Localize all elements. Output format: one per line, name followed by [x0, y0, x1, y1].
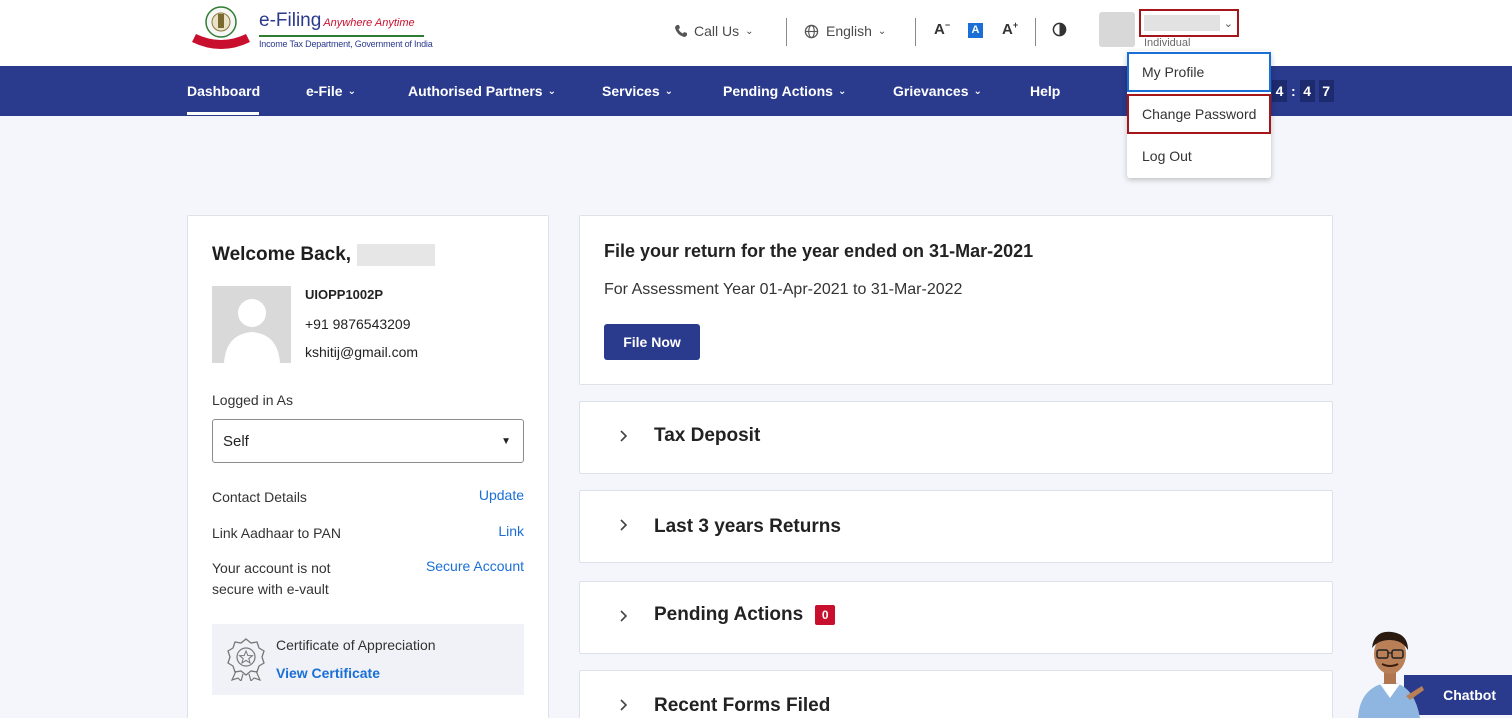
link-aadhaar-label: Link Aadhaar to PAN: [212, 525, 341, 541]
user-dropdown-menu: My Profile Change Password Log Out: [1127, 51, 1271, 178]
nav-authorised-partners[interactable]: Authorised Partners ⌄: [408, 83, 556, 99]
phone-icon: [675, 25, 687, 37]
nav-grievances[interactable]: Grievances ⌄: [893, 83, 982, 99]
update-contact-link[interactable]: Update: [479, 487, 524, 503]
chevron-right-icon: [620, 519, 628, 531]
logged-in-as-label: Logged in As: [212, 392, 293, 408]
link-aadhaar-link[interactable]: Link: [498, 523, 524, 539]
nav-pending-actions[interactable]: Pending Actions ⌄: [723, 83, 846, 99]
timer-digit: 4: [1272, 80, 1287, 102]
user-name-redacted: [1144, 15, 1220, 31]
welcome-heading: Welcome Back,: [212, 244, 436, 266]
accordion-title: Recent Forms Filed: [654, 695, 831, 716]
chevron-down-icon: ⌄: [664, 85, 673, 97]
brand-underline: [259, 35, 424, 37]
menu-log-out[interactable]: Log Out: [1127, 136, 1271, 176]
accordion-recent-forms-filed[interactable]: Recent Forms Filed: [579, 670, 1333, 718]
pan-number: UIOPP1002P: [305, 287, 384, 302]
nav-active-indicator: [187, 112, 259, 115]
chatbot-avatar-icon: [1358, 631, 1424, 718]
profile-card: Welcome Back, UIOPP1002P +91 9876543209 …: [187, 215, 549, 718]
certificate-title: Certificate of Appreciation: [276, 637, 436, 653]
language-selector[interactable]: English ⌄: [804, 20, 886, 42]
accordion-title: Tax Deposit: [654, 425, 761, 446]
profile-photo: [212, 286, 291, 363]
logged-in-as-select[interactable]: Self ▼: [212, 419, 524, 463]
nav-dashboard[interactable]: Dashboard: [187, 83, 260, 99]
chevron-down-icon: ⌄: [973, 85, 982, 97]
accordion-title: Pending Actions 0: [654, 604, 836, 626]
header-divider: [915, 18, 916, 46]
header-divider: [786, 18, 787, 46]
account-secure-label: Your account is not secure with e-vault: [212, 560, 331, 597]
nav-efile[interactable]: e-File ⌄: [306, 83, 356, 99]
secure-account-link[interactable]: Secure Account: [426, 558, 524, 574]
chevron-down-icon: ⌄: [877, 25, 887, 37]
chevron-right-icon: [620, 430, 628, 442]
nav-services[interactable]: Services ⌄: [602, 83, 673, 99]
caret-down-icon: ▼: [501, 435, 511, 447]
view-certificate-link[interactable]: View Certificate: [276, 665, 380, 681]
accordion-tax-deposit[interactable]: Tax Deposit: [579, 401, 1333, 474]
call-us-label: Call Us: [694, 23, 740, 39]
language-label: English: [826, 23, 872, 39]
user-silhouette-icon: [224, 299, 280, 363]
session-timer: 4 : 4 7: [1272, 80, 1334, 102]
brand-subtitle: Income Tax Department, Government of Ind…: [259, 39, 433, 49]
chatbot-widget[interactable]: Chatbot: [1350, 626, 1512, 718]
pending-count-badge: 0: [815, 605, 836, 625]
file-return-title: File your return for the year ended on 3…: [604, 241, 1034, 261]
brand-tagline: Anywhere Anytime: [323, 17, 415, 29]
file-return-card: File your return for the year ended on 3…: [579, 215, 1333, 385]
phone-number: +91 9876543209: [305, 316, 411, 332]
accordion-pending-actions[interactable]: Pending Actions 0: [579, 581, 1333, 654]
accordion-last-3-years-returns[interactable]: Last 3 years Returns: [579, 490, 1333, 563]
chevron-down-icon: ⌄: [347, 85, 356, 97]
chevron-right-icon: [620, 699, 628, 711]
top-header: e-Filing Anywhere Anytime Income Tax Depa…: [0, 0, 1512, 66]
menu-change-password[interactable]: Change Password: [1127, 94, 1271, 134]
logged-in-as-value: Self: [223, 432, 249, 450]
certificate-box: Certificate of Appreciation View Certifi…: [212, 624, 524, 695]
menu-my-profile[interactable]: My Profile: [1127, 52, 1271, 92]
file-now-button[interactable]: File Now: [604, 324, 700, 360]
emblem-icon: [192, 6, 250, 49]
globe-icon: [804, 24, 819, 38]
chevron-down-icon: ⌄: [745, 25, 754, 37]
brand-name: e-Filing Anywhere Anytime: [259, 10, 415, 31]
chevron-down-icon: ⌄: [837, 85, 847, 97]
font-normal-button[interactable]: A: [968, 23, 983, 38]
award-icon: [227, 638, 265, 681]
user-role-label: Individual: [1144, 37, 1191, 49]
header-divider: [1035, 18, 1036, 46]
chevron-down-icon: ⌄: [1223, 17, 1233, 30]
font-decrease-button[interactable]: A−: [934, 20, 950, 38]
timer-separator: :: [1291, 83, 1296, 99]
font-increase-button[interactable]: A+: [1002, 20, 1018, 38]
contact-details-label: Contact Details: [212, 489, 307, 505]
assessment-year-text: For Assessment Year 01-Apr-2021 to 31-Ma…: [604, 281, 963, 298]
timer-digit: 4: [1299, 80, 1315, 102]
efiling-logo[interactable]: e-Filing Anywhere Anytime Income Tax Depa…: [188, 4, 433, 52]
contrast-icon[interactable]: [1052, 22, 1067, 37]
chevron-down-icon: ⌄: [547, 85, 556, 97]
user-menu-toggle[interactable]: ⌄: [1139, 9, 1239, 37]
chevron-right-icon: [620, 610, 628, 622]
call-us-button[interactable]: Call Us ⌄: [674, 20, 754, 42]
user-avatar[interactable]: [1099, 12, 1135, 47]
email-address: kshitij@gmail.com: [305, 344, 419, 360]
accordion-title: Last 3 years Returns: [654, 516, 841, 537]
user-name-redacted: [357, 244, 436, 266]
timer-digit: 7: [1318, 80, 1334, 102]
nav-help[interactable]: Help: [1030, 83, 1060, 99]
